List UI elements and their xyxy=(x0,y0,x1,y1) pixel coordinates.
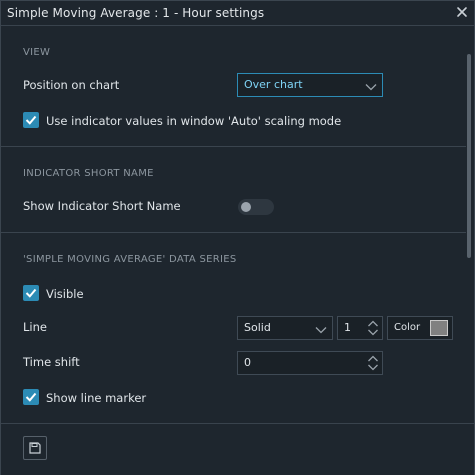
spin-arrows-icon[interactable] xyxy=(367,354,379,375)
chevron-down-icon xyxy=(315,324,327,337)
position-value: Over chart xyxy=(244,78,303,91)
time-shift-stepper[interactable]: 0 xyxy=(237,351,383,375)
dialog-title: Simple Moving Average : 1 - Hour setting… xyxy=(7,6,265,20)
title-bar: Simple Moving Average : 1 - Hour setting… xyxy=(1,1,474,26)
save-button[interactable] xyxy=(23,436,47,460)
show-short-name-label: Show Indicator Short Name xyxy=(23,199,181,213)
save-icon xyxy=(29,442,41,454)
line-marker-checkbox[interactable] xyxy=(23,389,39,405)
settings-dialog: Simple Moving Average : 1 - Hour setting… xyxy=(0,0,475,475)
line-color-picker[interactable]: Color xyxy=(387,316,453,340)
color-swatch xyxy=(430,320,448,336)
section-title-short-name: INDICATOR SHORT NAME xyxy=(23,168,154,179)
divider xyxy=(1,146,466,147)
line-width-value: 1 xyxy=(344,321,351,334)
color-label: Color xyxy=(394,322,421,333)
line-marker-label: Show line marker xyxy=(46,391,147,405)
scrollbar[interactable] xyxy=(467,54,471,258)
time-shift-label: Time shift xyxy=(23,355,80,369)
settings-content: VIEW Position on chart Over chart Use in… xyxy=(1,26,474,423)
checkmark-icon xyxy=(25,115,37,125)
auto-scaling-checkbox[interactable] xyxy=(23,112,39,128)
position-label: Position on chart xyxy=(23,78,120,92)
auto-scaling-label: Use indicator values in window 'Auto' sc… xyxy=(46,114,342,128)
close-icon[interactable] xyxy=(455,4,469,18)
checkmark-icon xyxy=(25,392,37,402)
section-title-view: VIEW xyxy=(23,47,51,58)
chevron-down-icon xyxy=(365,81,377,94)
dialog-footer xyxy=(1,423,474,475)
visible-checkbox[interactable] xyxy=(23,285,39,301)
visible-label: Visible xyxy=(46,287,84,301)
line-style-value: Solid xyxy=(244,321,271,334)
position-select[interactable]: Over chart xyxy=(237,73,383,97)
time-shift-value: 0 xyxy=(244,356,251,369)
show-short-name-toggle[interactable] xyxy=(238,199,274,215)
toggle-knob xyxy=(241,202,251,212)
line-label: Line xyxy=(23,320,47,334)
checkmark-icon xyxy=(25,288,37,298)
line-width-stepper[interactable]: 1 xyxy=(337,316,383,340)
line-style-select[interactable]: Solid xyxy=(237,316,333,340)
divider xyxy=(1,232,466,233)
section-title-data-series: 'SIMPLE MOVING AVERAGE' DATA SERIES xyxy=(23,254,237,265)
spin-arrows-icon[interactable] xyxy=(367,319,379,340)
